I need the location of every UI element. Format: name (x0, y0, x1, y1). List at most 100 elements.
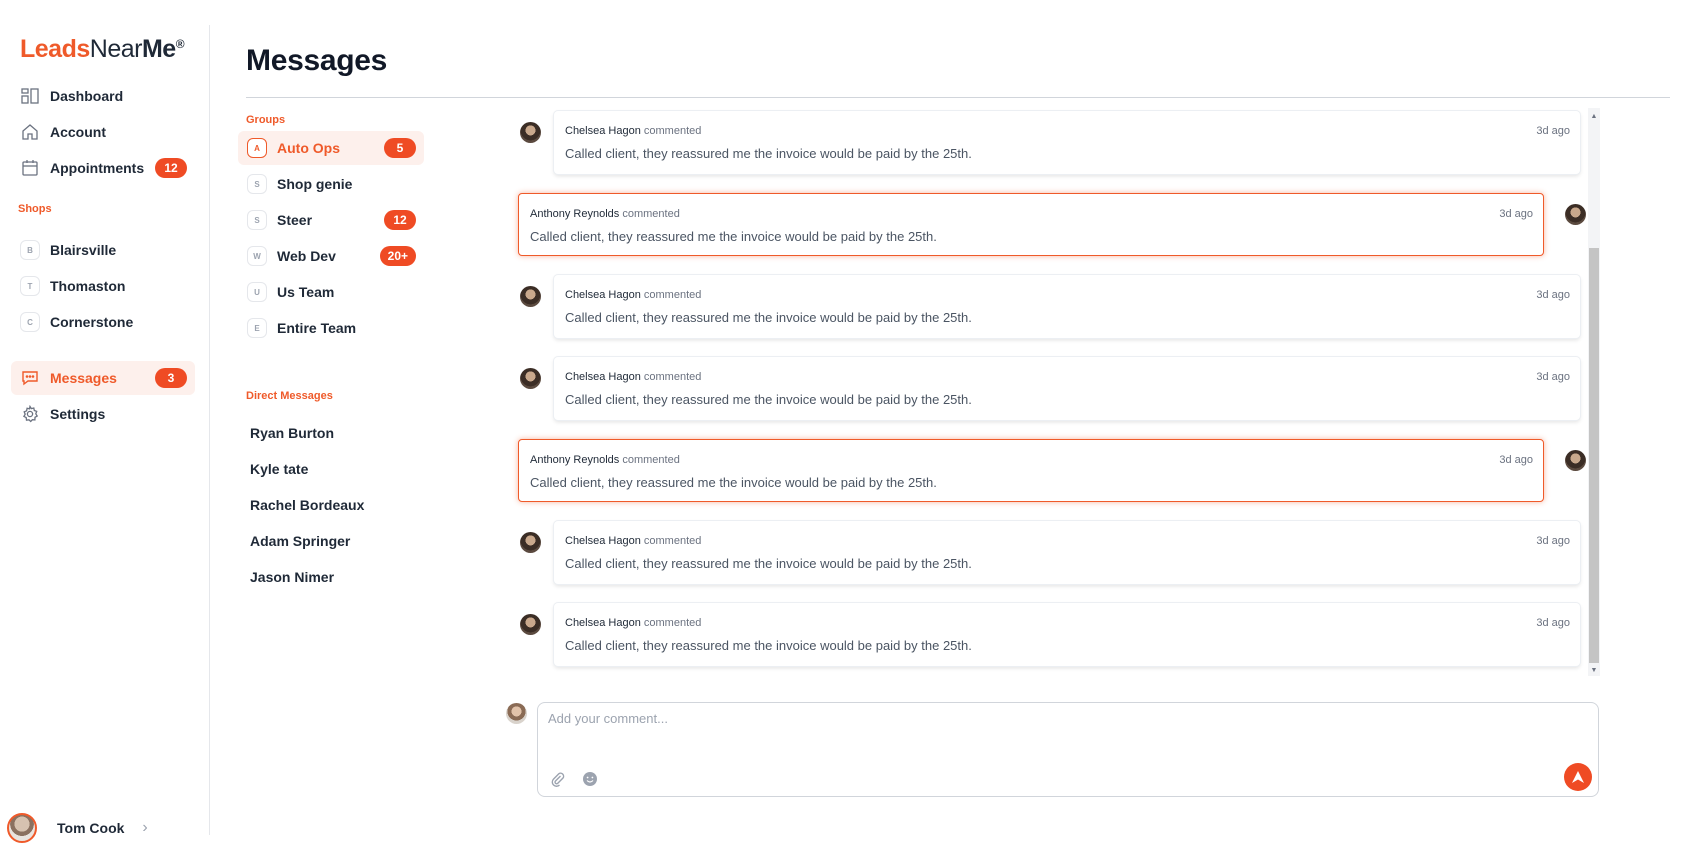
dm-item[interactable]: Adam Springer (250, 533, 350, 549)
group-item-steer[interactable]: S Steer 12 (238, 203, 424, 237)
scroll-down-icon[interactable]: ▼ (1589, 664, 1599, 676)
message-body: Called client, they reassured me the inv… (530, 229, 937, 244)
message-card: Chelsea Hagon commented 3d ago Called cl… (554, 521, 1580, 584)
message-body: Called client, they reassured me the inv… (565, 310, 972, 325)
dm-item[interactable]: Ryan Burton (250, 425, 334, 441)
shop-item-thomaston[interactable]: T Thomaston (11, 269, 195, 303)
shop-item-blairsville[interactable]: B Blairsville (11, 233, 195, 267)
calendar-icon (20, 158, 40, 178)
message-action: commented (643, 617, 702, 629)
message-time: 3d ago (1536, 617, 1570, 629)
group-label: Us Team (277, 284, 335, 300)
nav-item-account[interactable]: Account (11, 115, 195, 149)
group-initial: W (247, 246, 267, 266)
send-icon (1572, 771, 1584, 783)
message-time: 3d ago (1536, 125, 1570, 137)
send-button[interactable] (1564, 763, 1592, 791)
group-label: Web Dev (277, 248, 336, 264)
user-profile-button[interactable]: Tom Cook › (7, 813, 148, 843)
group-initial: S (247, 210, 267, 230)
comment-composer (537, 702, 1599, 797)
message-feed[interactable]: Chelsea Hagon commented 3d ago Called cl… (510, 108, 1590, 678)
dm-item[interactable]: Rachel Bordeaux (250, 497, 364, 513)
shop-label: Thomaston (50, 278, 126, 294)
avatar (520, 368, 541, 389)
message-card: Chelsea Hagon commented 3d ago Called cl… (554, 275, 1580, 338)
scroll-up-icon[interactable]: ▲ (1589, 110, 1599, 122)
feed-scrollbar-thumb[interactable] (1589, 248, 1599, 663)
message-action: commented (643, 125, 702, 137)
avatar (520, 614, 541, 635)
shop-initial: T (20, 276, 40, 296)
shop-item-cornerstone[interactable]: C Cornerstone (11, 305, 195, 339)
brand-logo[interactable]: LeadsNearMe® (20, 35, 185, 64)
nav-label: Appointments (50, 160, 145, 176)
message-card-self: Anthony Reynolds commented 3d ago Called… (518, 193, 1544, 256)
gear-icon (20, 404, 40, 424)
message-author: Chelsea Hagon (565, 289, 641, 301)
avatar (7, 813, 37, 843)
message-body: Called client, they reassured me the inv… (530, 475, 937, 490)
nav-label: Dashboard (50, 88, 124, 104)
message-body: Called client, they reassured me the inv… (565, 556, 972, 571)
dm-item[interactable]: Kyle tate (250, 461, 308, 477)
groups-section-label: Groups (246, 114, 286, 126)
nav-label: Settings (50, 406, 106, 422)
group-initial: U (247, 282, 267, 302)
shop-initial: B (20, 240, 40, 260)
message-action: commented (643, 289, 702, 301)
nav-label: Account (50, 124, 106, 140)
avatar (1565, 450, 1586, 471)
avatar (520, 286, 541, 307)
direct-messages-section-label: Direct Messages (246, 390, 333, 402)
home-icon (20, 122, 40, 142)
group-item-web-dev[interactable]: W Web Dev 20+ (238, 239, 424, 273)
message-body: Called client, they reassured me the inv… (565, 146, 972, 161)
nav-label: Messages (50, 370, 117, 386)
message-time: 3d ago (1499, 454, 1533, 466)
group-label: Steer (277, 212, 313, 228)
group-item-us-team[interactable]: U Us Team (238, 275, 424, 309)
group-item-auto-ops[interactable]: A Auto Ops 5 (238, 131, 424, 165)
group-count-badge: 20+ (379, 246, 416, 266)
comment-input[interactable] (548, 711, 1548, 726)
message-action: commented (622, 208, 680, 220)
shop-label: Cornerstone (50, 314, 134, 330)
chevron-right-icon: › (142, 819, 148, 836)
group-initial: E (247, 318, 267, 338)
emoji-icon[interactable] (580, 769, 600, 789)
header-divider (246, 97, 1670, 98)
group-initial: A (247, 138, 267, 158)
group-item-shop-genie[interactable]: S Shop genie (238, 167, 424, 201)
nav-item-dashboard[interactable]: Dashboard (11, 79, 195, 113)
messages-count-badge: 3 (155, 368, 187, 388)
avatar (506, 703, 527, 724)
message-body: Called client, they reassured me the inv… (565, 638, 972, 653)
avatar (1565, 204, 1586, 225)
shop-label: Blairsville (50, 242, 117, 258)
nav-item-messages[interactable]: Messages 3 (11, 361, 195, 395)
message-action: commented (643, 535, 702, 547)
message-time: 3d ago (1536, 289, 1570, 301)
dm-item[interactable]: Jason Nimer (250, 569, 334, 585)
group-count-badge: 12 (384, 210, 416, 230)
message-time: 3d ago (1536, 535, 1570, 547)
page-title: Messages (246, 44, 388, 77)
group-count-badge: 5 (384, 138, 416, 158)
message-action: commented (643, 371, 702, 383)
message-author: Chelsea Hagon (565, 617, 641, 629)
group-initial: S (247, 174, 267, 194)
nav-item-appointments[interactable]: Appointments 12 (11, 151, 195, 185)
group-item-entire-team[interactable]: E Entire Team (238, 311, 424, 345)
message-time: 3d ago (1536, 371, 1570, 383)
appointments-count-badge: 12 (155, 158, 187, 178)
group-label: Entire Team (277, 320, 357, 336)
message-author: Anthony Reynolds (530, 454, 620, 466)
nav-item-settings[interactable]: Settings (11, 397, 195, 431)
shop-initial: C (20, 312, 40, 332)
message-time: 3d ago (1499, 208, 1533, 220)
message-action: commented (622, 454, 680, 466)
message-author: Chelsea Hagon (565, 535, 641, 547)
paperclip-icon[interactable] (548, 769, 568, 789)
message-card: Chelsea Hagon commented 3d ago Called cl… (554, 603, 1580, 666)
